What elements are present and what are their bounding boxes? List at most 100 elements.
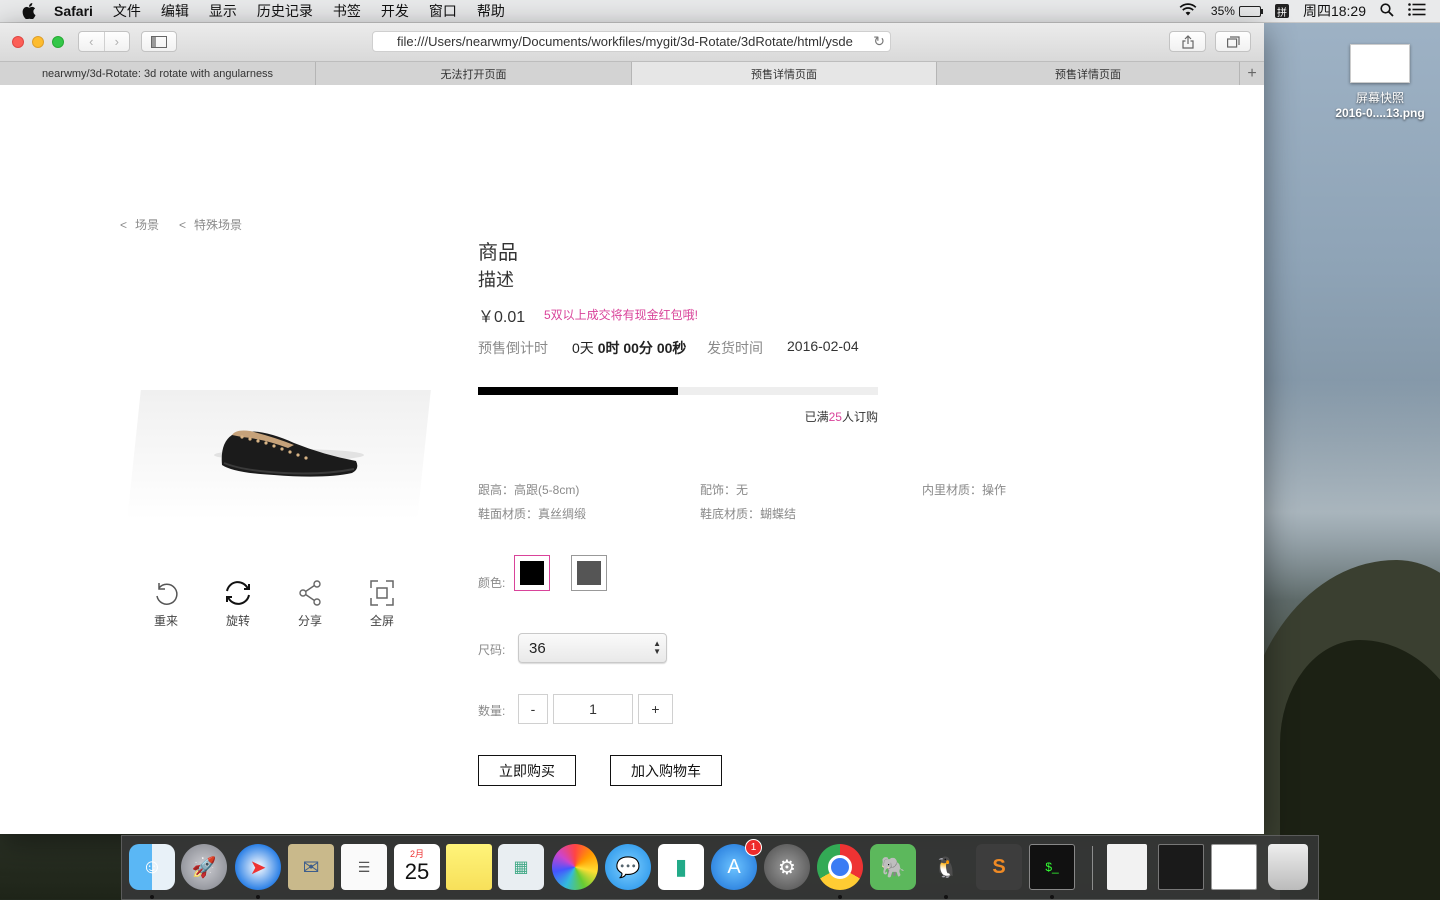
battery-percent: 35% bbox=[1210, 4, 1235, 18]
breadcrumb-item-special-scene[interactable]: < 特殊场景 bbox=[179, 216, 242, 233]
countdown-value: 0天 0时 00分 00秒 bbox=[572, 338, 686, 358]
countdown-label: 预售倒计时 bbox=[478, 340, 548, 356]
buy-now-button[interactable]: 立即购买 bbox=[478, 755, 576, 786]
calendar-day: 25 bbox=[404, 858, 430, 884]
rotate-button[interactable]: 旋转 bbox=[202, 580, 274, 629]
menu-bar: Safari 文件 编辑 显示 历史记录 书签 开发 窗口 帮助 35% 拼 周… bbox=[0, 0, 1440, 23]
input-method-icon[interactable]: 拼 bbox=[1274, 4, 1289, 19]
finder-icon[interactable]: ☺ bbox=[129, 844, 175, 890]
preview-icon[interactable]: ▦ bbox=[498, 844, 544, 890]
menu-history[interactable]: 历史记录 bbox=[257, 1, 313, 21]
presale-progress-fill bbox=[478, 387, 678, 395]
app-store-icon[interactable]: A 1 bbox=[711, 839, 762, 890]
apple-menu-icon[interactable] bbox=[20, 3, 38, 19]
promo-text: 5双以上成交将有现金红包哦! bbox=[544, 308, 699, 322]
downloads-stack-icon[interactable] bbox=[1158, 844, 1204, 890]
calendar-icon[interactable]: 2月 25 bbox=[394, 844, 440, 890]
share-nodes-icon bbox=[299, 580, 321, 606]
fullscreen-icon bbox=[370, 580, 394, 606]
menu-help[interactable]: 帮助 bbox=[477, 1, 505, 21]
size-label: 尺码: bbox=[478, 643, 506, 657]
notes-icon[interactable] bbox=[446, 844, 492, 890]
qq-icon[interactable]: 🐧 bbox=[923, 844, 969, 890]
menu-bookmarks[interactable]: 书签 bbox=[333, 1, 361, 21]
select-arrows-icon: ▲ ▼ bbox=[653, 639, 661, 656]
screenshot-stack-icon[interactable] bbox=[1211, 844, 1257, 890]
evernote-icon[interactable]: 🐘 bbox=[870, 844, 916, 890]
tab-presale[interactable]: 预售详情页面 bbox=[937, 62, 1240, 85]
spotlight-search-icon[interactable] bbox=[1380, 2, 1394, 20]
safari-icon[interactable]: ➤ bbox=[235, 844, 281, 890]
menu-app-safari[interactable]: Safari bbox=[54, 3, 93, 19]
quantity-decrease-button[interactable]: - bbox=[518, 694, 548, 724]
photos-icon[interactable] bbox=[552, 844, 598, 890]
desktop-screenshot-file[interactable]: 屏幕快照 2016-0....13.png bbox=[1330, 44, 1430, 120]
product-description: 描述 bbox=[478, 270, 514, 290]
forward-icon[interactable]: › bbox=[105, 34, 130, 49]
size-value: 36 bbox=[529, 639, 546, 657]
mail-icon[interactable]: ✉ bbox=[288, 844, 334, 890]
reset-button[interactable]: 重来 bbox=[130, 580, 202, 629]
fullscreen-button[interactable]: 全屏 bbox=[346, 580, 418, 629]
launchpad-icon[interactable]: 🚀 bbox=[181, 844, 227, 890]
product-3d-viewer[interactable] bbox=[124, 285, 431, 545]
back-icon[interactable]: ‹ bbox=[79, 34, 104, 49]
color-swatch-gray[interactable] bbox=[571, 555, 607, 591]
reset-icon bbox=[156, 583, 178, 605]
share-label: 分享 bbox=[297, 614, 322, 628]
tab-github[interactable]: nearwmy/3d-Rotate: 3d rotate with angula… bbox=[0, 62, 316, 85]
new-tab-button[interactable]: + bbox=[1240, 62, 1264, 85]
color-label: 颜色: bbox=[478, 576, 506, 590]
numbers-icon[interactable]: ▮ bbox=[658, 844, 704, 890]
sublime-text-icon[interactable]: S bbox=[976, 844, 1022, 890]
menu-view[interactable]: 显示 bbox=[209, 1, 237, 21]
sidebar-icon bbox=[151, 35, 167, 48]
address-bar[interactable]: file:///Users/nearwmy/Documents/workfile… bbox=[372, 31, 891, 52]
show-all-tabs-button[interactable] bbox=[1215, 31, 1251, 52]
close-window-button[interactable] bbox=[12, 36, 24, 48]
product-title: 商品 bbox=[478, 242, 518, 264]
quantity-increase-button[interactable]: + bbox=[638, 694, 673, 724]
document-stack-icon[interactable] bbox=[1107, 844, 1147, 890]
tab-bar: nearwmy/3d-Rotate: 3d rotate with angula… bbox=[0, 62, 1264, 86]
breadcrumb: < 场景 < 特殊场景 bbox=[120, 216, 262, 233]
terminal-icon[interactable]: $_ bbox=[1029, 844, 1075, 890]
sidebar-toggle-button[interactable] bbox=[141, 31, 177, 52]
messages-icon[interactable]: 💬 bbox=[605, 844, 651, 890]
quantity-input[interactable]: 1 bbox=[553, 694, 633, 724]
chrome-icon[interactable] bbox=[817, 844, 863, 890]
color-swatch-black[interactable] bbox=[514, 555, 550, 591]
minimize-window-button[interactable] bbox=[32, 36, 44, 48]
browser-toolbar: ‹ › file:///Users/nearwmy/Documents/work… bbox=[0, 23, 1264, 62]
rotate-label: 旋转 bbox=[225, 614, 250, 628]
web-page: < 场景 < 特殊场景 重来 旋转 分享 全屏 商品 描述 ￥0.01 5双以上… bbox=[0, 85, 1264, 834]
breadcrumb-item-scene[interactable]: < 场景 bbox=[120, 216, 159, 233]
reminders-icon[interactable]: ☰ bbox=[341, 844, 387, 890]
file-thumbnail bbox=[1350, 44, 1410, 83]
presale-progress-bar bbox=[478, 387, 878, 395]
system-preferences-icon[interactable]: ⚙ bbox=[764, 844, 810, 890]
reload-icon[interactable]: ↻ bbox=[873, 33, 885, 50]
menu-file[interactable]: 文件 bbox=[113, 1, 141, 21]
size-select[interactable]: 36 ▲ ▼ bbox=[518, 633, 667, 663]
menu-develop[interactable]: 开发 bbox=[381, 1, 409, 21]
countdown-days: 0天 bbox=[572, 340, 594, 356]
share-page-button[interactable]: 分享 bbox=[274, 580, 346, 629]
tab-cannot-open[interactable]: 无法打开页面 bbox=[316, 62, 632, 85]
wifi-icon[interactable] bbox=[1179, 3, 1197, 19]
fullscreen-window-button[interactable] bbox=[52, 36, 64, 48]
tab-presale-active[interactable]: 预售详情页面 bbox=[632, 62, 937, 85]
reset-label: 重来 bbox=[153, 614, 178, 628]
calendar-month: 2月 bbox=[409, 848, 424, 859]
running-indicator bbox=[150, 895, 154, 899]
menu-window[interactable]: 窗口 bbox=[429, 1, 457, 21]
trash-icon[interactable] bbox=[1268, 844, 1308, 890]
notification-center-icon[interactable] bbox=[1408, 3, 1426, 19]
menu-edit[interactable]: 编辑 bbox=[161, 1, 189, 21]
add-to-cart-button[interactable]: 加入购物车 bbox=[610, 755, 722, 786]
running-indicator bbox=[1050, 895, 1054, 899]
battery-indicator[interactable]: 35% bbox=[1210, 4, 1263, 18]
sold-count: 25 bbox=[828, 410, 842, 424]
share-button[interactable] bbox=[1169, 31, 1206, 52]
menu-clock[interactable]: 周四18:29 bbox=[1303, 1, 1366, 21]
